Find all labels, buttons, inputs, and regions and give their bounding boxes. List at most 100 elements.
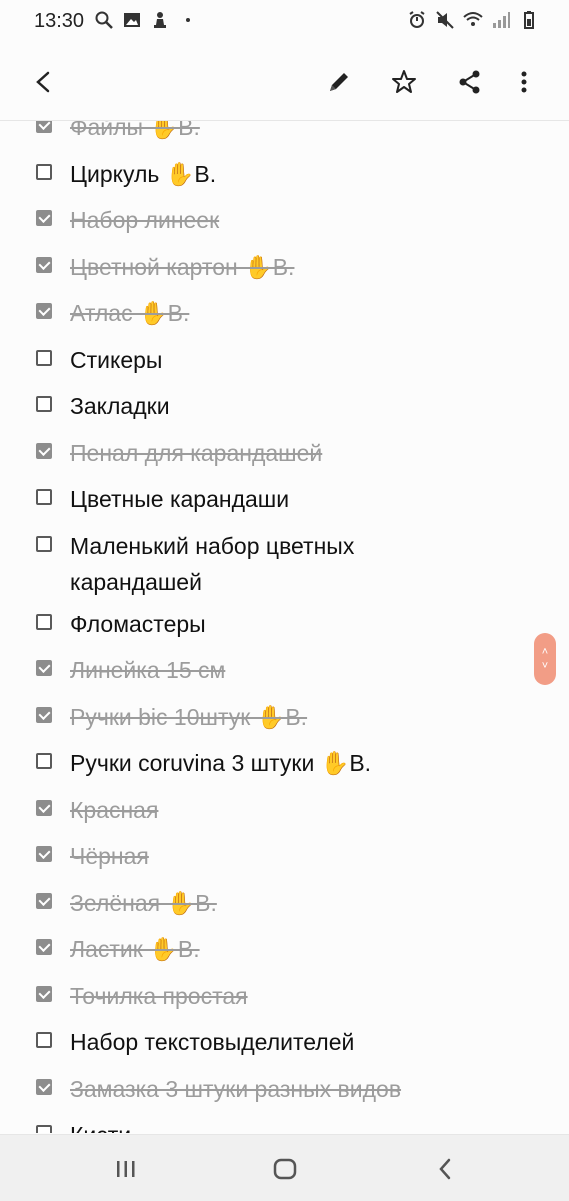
checklist-item-label[interactable]: Замазка 3 штуки разных видов xyxy=(70,1065,401,1107)
checklist-item-label[interactable]: Линейка 15 см xyxy=(70,646,225,688)
checklist-item[interactable]: Маленький набор цветных карандашей xyxy=(0,522,569,600)
checklist-item[interactable]: Стикеры xyxy=(0,336,569,383)
checkbox-unchecked[interactable] xyxy=(36,163,52,180)
checkbox-unchecked[interactable] xyxy=(36,535,52,552)
checklist-item[interactable]: Атлас ✋В. xyxy=(0,289,569,336)
checklist-item-label[interactable]: Пенал для карандашей xyxy=(70,429,322,471)
checklist-item[interactable]: Замазка 3 штуки разных видов xyxy=(0,1065,569,1112)
back-button[interactable] xyxy=(26,64,62,100)
checklist-item-label[interactable]: Файлы ✋В. xyxy=(70,121,200,145)
search-icon xyxy=(95,11,113,29)
checklist-item[interactable]: Линейка 15 см xyxy=(0,646,569,693)
checklist-item-label[interactable]: Ручки bic 10штук ✋В. xyxy=(70,693,307,735)
navigation-bar xyxy=(0,1134,569,1201)
star-icon xyxy=(392,70,416,93)
status-left-icons xyxy=(94,10,198,30)
checkbox-checked[interactable] xyxy=(36,660,52,676)
checklist-item-label[interactable]: Атлас ✋В. xyxy=(70,289,189,331)
checklist-item[interactable]: Цветной картон ✋В. xyxy=(0,243,569,290)
checkbox-checked[interactable] xyxy=(36,1078,52,1095)
checklist-item-label[interactable]: Ластик ✋В. xyxy=(70,925,200,967)
checkbox-unchecked[interactable] xyxy=(36,396,52,412)
signal-icon xyxy=(493,12,510,28)
checklist-item-label[interactable]: Чёрная xyxy=(70,832,149,874)
checkbox-checked[interactable] xyxy=(36,256,52,273)
edit-button[interactable] xyxy=(321,64,357,100)
chevron-down-icon: ˅ xyxy=(541,660,549,672)
checklist-item-label[interactable]: Маленький набор цветных карандашей xyxy=(70,522,470,600)
share-button[interactable] xyxy=(452,64,488,100)
recents-button[interactable] xyxy=(106,1153,146,1185)
checklist-item-label[interactable]: Кисти xyxy=(70,1111,131,1133)
checkbox-checked[interactable] xyxy=(36,985,52,1002)
back-arrow-icon xyxy=(36,71,50,93)
chevron-up-icon: ˄ xyxy=(541,646,549,658)
checklist-item-label[interactable]: Циркуль ✋В. xyxy=(70,150,216,192)
home-icon xyxy=(273,1158,297,1180)
checklist-item[interactable]: Красная xyxy=(0,786,569,833)
checklist-item[interactable]: Набор текстовыделителей xyxy=(0,1018,569,1065)
checklist-item-label[interactable]: Закладки xyxy=(70,382,170,424)
wifi-icon xyxy=(463,12,483,26)
checklist-item-label[interactable]: Зелёная ✋В. xyxy=(70,879,217,921)
checklist-item-label[interactable]: Ручки coruvina 3 штуки ✋В. xyxy=(70,739,371,781)
more-options-button[interactable] xyxy=(506,64,542,100)
checklist-item[interactable]: Ручки bic 10штук ✋В. xyxy=(0,693,569,740)
alarm-icon xyxy=(409,11,425,28)
checklist-item[interactable]: Циркуль ✋В. xyxy=(0,150,569,197)
recents-icon xyxy=(117,1161,135,1177)
nav-back-button[interactable] xyxy=(425,1153,465,1185)
checkbox-checked[interactable] xyxy=(36,892,52,909)
checklist-item[interactable]: Цветные карандаши xyxy=(0,475,569,522)
checkbox-unchecked[interactable] xyxy=(36,1032,52,1048)
checklist-item[interactable]: Закладки xyxy=(0,382,569,429)
checklist-item[interactable]: Набор линеек xyxy=(0,196,569,243)
checklist-item-label[interactable]: Стикеры xyxy=(70,336,162,378)
checkbox-checked[interactable] xyxy=(36,442,52,459)
app-bar xyxy=(0,44,569,121)
checkbox-checked[interactable] xyxy=(36,121,52,133)
checklist-item[interactable]: Ручки coruvina 3 штуки ✋В. xyxy=(0,739,569,786)
checklist-item[interactable]: Пенал для карандашей xyxy=(0,429,569,476)
share-icon xyxy=(459,70,480,94)
checklist-item-label[interactable]: Точилка простая xyxy=(70,972,248,1014)
checklist-item-label[interactable]: Цветные карандаши xyxy=(70,475,289,517)
nav-back-icon xyxy=(439,1158,451,1180)
checkbox-checked[interactable] xyxy=(36,303,52,319)
checkbox-checked[interactable] xyxy=(36,706,52,723)
checkbox-checked[interactable] xyxy=(36,210,52,226)
favorite-button[interactable] xyxy=(386,64,422,100)
pencil-icon xyxy=(330,73,348,91)
checklist-item[interactable]: Чёрная xyxy=(0,832,569,879)
checkbox-checked[interactable] xyxy=(36,799,52,816)
checkbox-checked[interactable] xyxy=(36,846,52,862)
checklist-item[interactable]: Файлы ✋В. xyxy=(0,121,569,150)
mute-icon xyxy=(436,11,454,29)
checkbox-unchecked[interactable] xyxy=(36,1125,52,1133)
checklist-item-label[interactable]: Красная xyxy=(70,786,158,828)
checklist-item[interactable]: Ластик ✋В. xyxy=(0,925,569,972)
checklist-item-label[interactable]: Набор текстовыделителей xyxy=(70,1018,354,1060)
checklist-item-label[interactable]: Набор линеек xyxy=(70,196,219,238)
fast-scroll-handle[interactable]: ˄ ˅ xyxy=(534,633,556,685)
checklist-item[interactable]: Точилка простая xyxy=(0,972,569,1019)
checklist-item[interactable]: Кисти xyxy=(0,1111,569,1133)
checkbox-unchecked[interactable] xyxy=(36,753,52,769)
checkbox-unchecked[interactable] xyxy=(36,489,52,505)
checkbox-unchecked[interactable] xyxy=(36,349,52,366)
battery-icon xyxy=(524,11,534,29)
more-vert-icon xyxy=(521,71,527,93)
home-button[interactable] xyxy=(265,1153,305,1185)
checklist: Файлы ✋В. Циркуль ✋В. Набор линеек Цветной … xyxy=(0,121,569,1133)
gallery-icon xyxy=(124,13,140,27)
checklist-item-label[interactable]: Фломастеры xyxy=(70,600,206,642)
status-bar: 13:30 xyxy=(0,0,569,44)
checklist-item-label[interactable]: Цветной картон ✋В. xyxy=(70,243,294,285)
checklist-item[interactable]: Зелёная ✋В. xyxy=(0,879,569,926)
checklist-item[interactable]: Фломастеры xyxy=(0,600,569,647)
chess-pawn-icon xyxy=(154,12,166,28)
checkbox-unchecked[interactable] xyxy=(36,613,52,630)
checkbox-checked[interactable] xyxy=(36,939,52,955)
dot-icon xyxy=(186,18,190,22)
status-right-icons xyxy=(407,10,539,30)
